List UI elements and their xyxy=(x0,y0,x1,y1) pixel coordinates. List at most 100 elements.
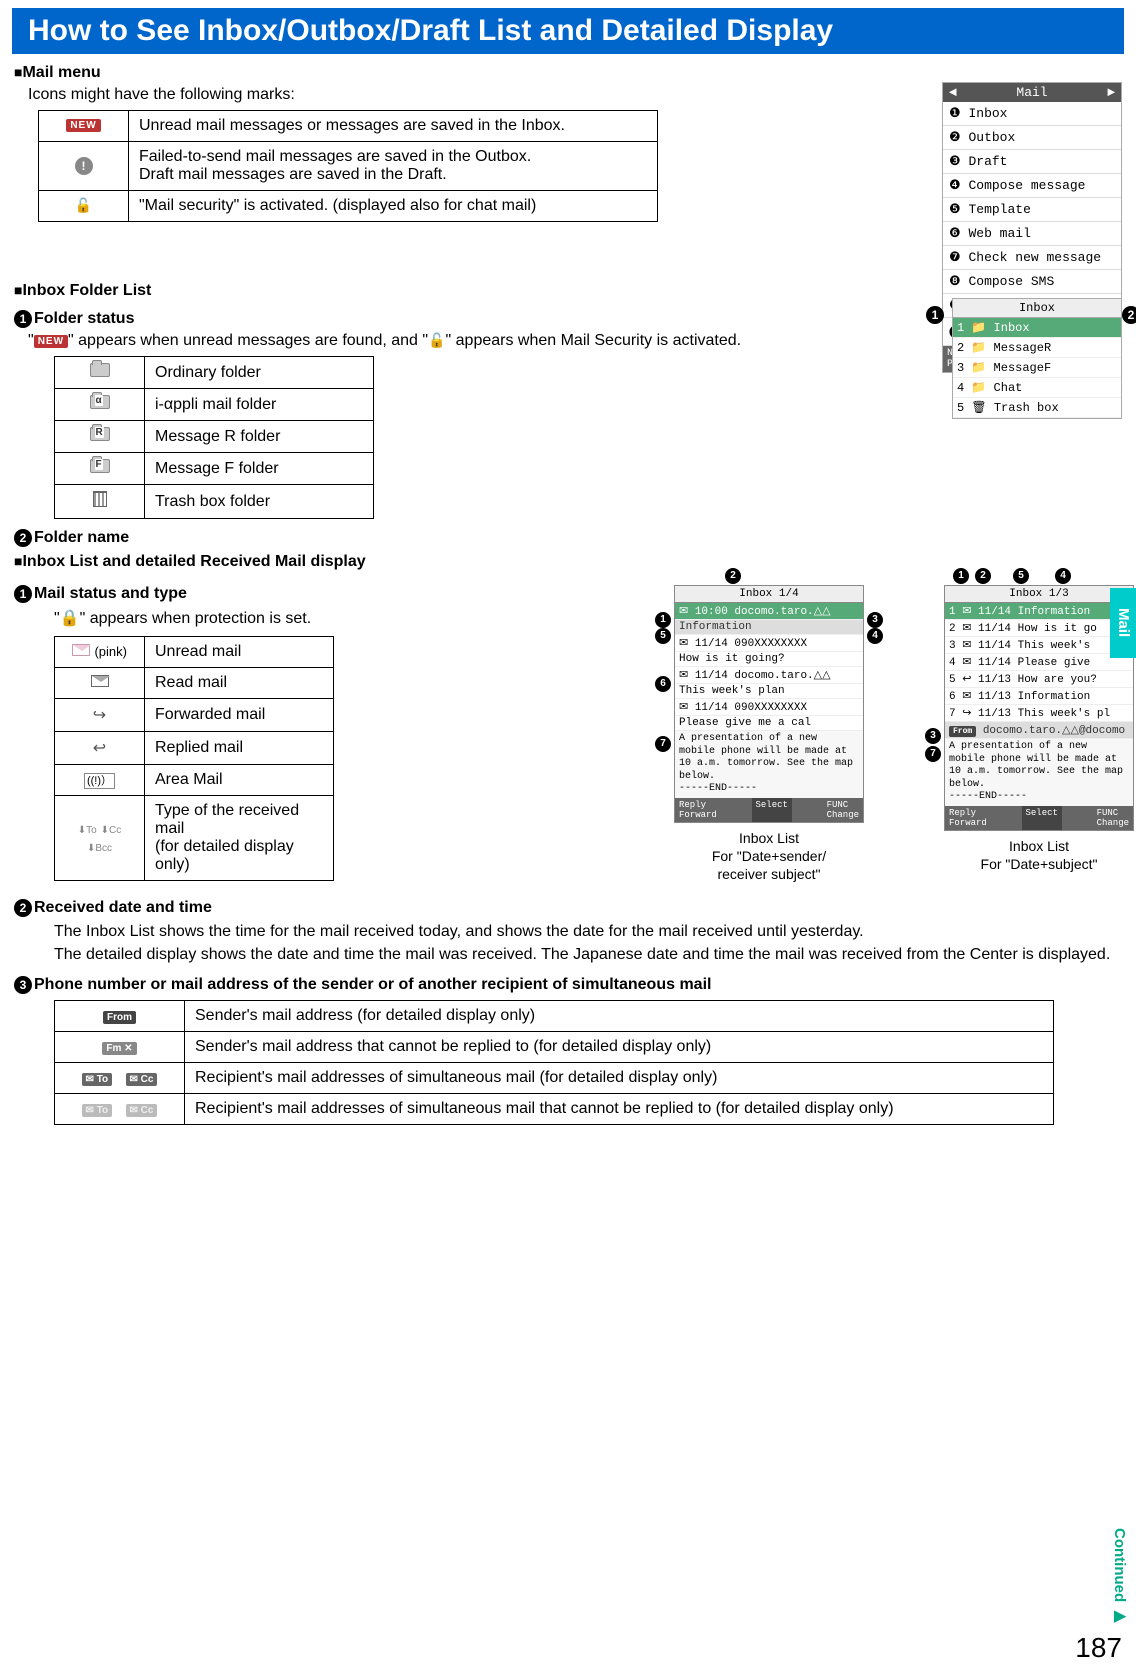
annotation-marker: 7 xyxy=(925,746,941,762)
sender-heading: 3Phone number or mail address of the sen… xyxy=(14,976,1122,994)
softkey-right: FUNC Change xyxy=(1093,806,1133,830)
annotation-marker: 7 xyxy=(655,736,671,752)
alert-icon: ! xyxy=(75,157,93,175)
screen-caption: Inbox List For "Date+subject" xyxy=(934,837,1136,873)
annotation-marker: 5 xyxy=(655,628,671,644)
side-tab-mail: Mail xyxy=(1110,588,1136,658)
phone-menu-item: ❽ Compose SMS xyxy=(943,270,1121,294)
screen-line: 7 ↪ 11/13 This week's pl xyxy=(945,705,1133,722)
to-small-icon: ⬇To xyxy=(78,825,97,836)
annotation-marker: 2 xyxy=(975,568,991,584)
softkey-right: FUNC Change xyxy=(823,798,863,822)
table-desc: Ordinary folder xyxy=(145,357,374,389)
softkey-mid: Select xyxy=(752,798,792,822)
phone-menu-item: ❷ Outbox xyxy=(943,126,1121,150)
inbox-list-screen-b: 1 2 5 4 3 7 Inbox 1/3 1 ✉ 11/14 Informat… xyxy=(944,585,1134,831)
screen-line: This week's plan xyxy=(675,684,863,699)
inbox-mini-title: Inbox xyxy=(953,299,1121,318)
softkey-left: Reply Forward xyxy=(945,806,991,830)
screen-line: ✉ 11/14 docomo.taro.△△ xyxy=(675,667,863,684)
screen-line: 4 ✉ 11/14 Please give xyxy=(945,654,1133,671)
table-desc: Read mail xyxy=(145,668,334,699)
screens-row: 1 2 3 4 5 6 7 Inbox 1/4 ✉ 10:00 docomo.t… xyxy=(664,585,1136,883)
mail-menu-table: NEW Unread mail messages or messages are… xyxy=(38,110,658,222)
screen-body: A presentation of a new mobile phone wil… xyxy=(945,739,1133,806)
phone-menu-item: ❸ Draft xyxy=(943,150,1121,174)
screen-line: How is it going? xyxy=(675,652,863,667)
inbox-mini-row: 5 🗑 Trash box xyxy=(953,398,1121,418)
new-icon: NEW xyxy=(66,119,100,132)
inbox-folder-mini: Inbox 1 📁 Inbox 2 📁 MessageR 3 📁 Message… xyxy=(952,298,1122,419)
to-badge-grey-icon: ✉ To xyxy=(82,1104,113,1117)
table-desc: Sender's mail address (for detailed disp… xyxy=(185,1001,1054,1032)
phone-menu-title: Mail xyxy=(1016,85,1047,100)
nav-right-icon: ► xyxy=(1101,85,1121,100)
table-desc: Replied mail xyxy=(145,732,334,765)
bcc-small-icon: ⬇Bcc xyxy=(87,843,112,854)
folder-icon xyxy=(90,363,110,377)
folder-status-table: Ordinary folder αi-αppli mail folder RMe… xyxy=(54,356,374,519)
forward-icon: ↪ xyxy=(93,707,106,724)
screen-line: 1 ✉ 11/14 Information xyxy=(945,603,1133,620)
cc-badge-icon: ✉ Cc xyxy=(126,1073,158,1086)
phone-menu-item: ❻ Web mail xyxy=(943,222,1121,246)
screen-line: Please give me a cal xyxy=(675,716,863,731)
table-desc: Message F folder xyxy=(145,453,374,485)
screen-line: From docomo.taro.△△@docomo xyxy=(945,722,1133,739)
softkey-left: Reply Forward xyxy=(675,798,721,822)
from-badge-icon: From xyxy=(103,1011,136,1024)
area-mail-icon: ((!)） xyxy=(84,773,115,789)
annotation-marker: 4 xyxy=(1055,568,1071,584)
table-desc: Message R folder xyxy=(145,421,374,453)
screen-caption: Inbox List For "Date+sender/ receiver su… xyxy=(664,829,874,884)
screen-title: Inbox 1/4 xyxy=(675,586,863,603)
phone-menu-item: ❼ Check new message xyxy=(943,246,1121,270)
received-date-heading: 2Received date and time xyxy=(14,899,1122,917)
envelope-icon xyxy=(91,675,109,687)
inbox-list-screen-a: 1 2 3 4 5 6 7 Inbox 1/4 ✉ 10:00 docomo.t… xyxy=(674,585,864,823)
lock-icon: 🔓 xyxy=(428,332,445,349)
page-number: 187 xyxy=(1075,1632,1122,1664)
lock-icon: 🔓 xyxy=(75,197,92,214)
table-desc: Recipient's mail addresses of simultaneo… xyxy=(185,1063,1054,1094)
annotation-marker: 5 xyxy=(1013,568,1029,584)
annotation-marker: 4 xyxy=(867,628,883,644)
phone-menu-item: ❺ Template xyxy=(943,198,1121,222)
inbox-mini-row: 2 📁 MessageR xyxy=(953,338,1121,358)
mail-menu-row-desc: Failed-to-send mail messages are saved i… xyxy=(129,142,658,191)
table-desc: Sender's mail address that cannot be rep… xyxy=(185,1032,1054,1063)
annotation-marker: 2 xyxy=(1122,306,1136,324)
table-desc: Type of the received mail (for detailed … xyxy=(145,796,334,881)
trash-icon xyxy=(93,491,107,507)
mail-status-heading: 1Mail status and type xyxy=(14,585,334,603)
screen-line: 5 ↩ 11/13 How are you? xyxy=(945,671,1133,688)
phone-menu-item: ❶ Inbox xyxy=(943,102,1121,126)
to-badge-icon: ✉ To xyxy=(82,1073,113,1086)
screen-line: 6 ✉ 11/13 Information xyxy=(945,688,1133,705)
table-desc: Forwarded mail xyxy=(145,699,334,732)
screen-title: Inbox 1/3 xyxy=(945,586,1133,603)
screen-line: Information xyxy=(675,620,863,635)
table-desc: Trash box folder xyxy=(145,485,374,519)
annotation-marker: 3 xyxy=(925,728,941,744)
new-icon: NEW xyxy=(34,335,68,348)
annotation-marker: 1 xyxy=(926,306,944,324)
phone-menu-item: ❹ Compose message xyxy=(943,174,1121,198)
reply-icon: ↩ xyxy=(93,740,106,757)
screen-body: A presentation of a new mobile phone wil… xyxy=(675,731,863,798)
screen-line: ✉ 11/14 090XXXXXXXX xyxy=(675,635,863,652)
envelope-pink-icon xyxy=(72,644,90,656)
mail-menu-heading: Mail menu xyxy=(14,64,1122,82)
received-date-text: The Inbox List shows the time for the ma… xyxy=(54,921,1122,966)
annotation-marker: 1 xyxy=(953,568,969,584)
folder-r-icon: R xyxy=(90,427,110,441)
screen-line: ✉ 10:00 docomo.taro.△△ xyxy=(675,603,863,620)
mail-status-table: (pink)Unread mail Read mail ↪Forwarded m… xyxy=(54,636,334,881)
folder-f-icon: F xyxy=(90,459,110,473)
annotation-marker: 2 xyxy=(725,568,741,584)
folder-alpha-icon: α xyxy=(90,395,110,409)
nav-left-icon: ◄ xyxy=(943,85,963,100)
screen-line: ✉ 11/14 090XXXXXXXX xyxy=(675,699,863,716)
softkey-mid: Select xyxy=(1022,806,1062,830)
from-badge-grey-icon: Fm ✕ xyxy=(102,1042,136,1055)
